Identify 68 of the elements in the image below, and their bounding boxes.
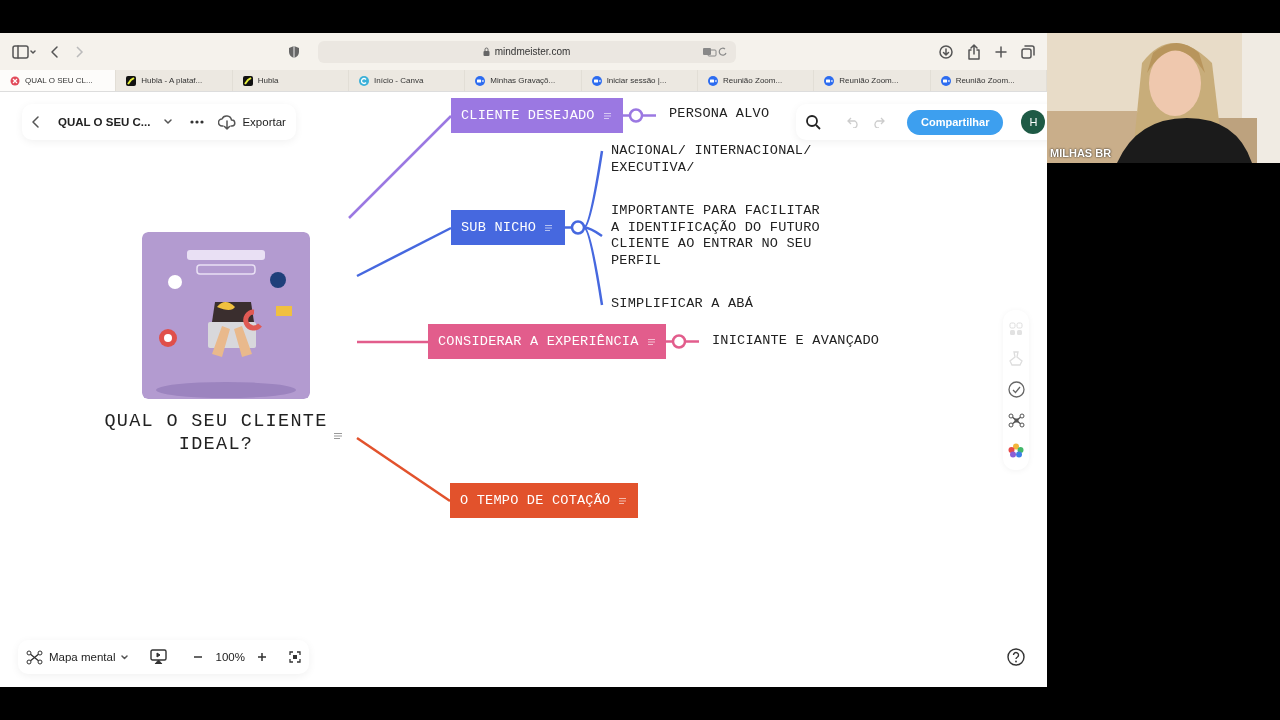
back-icon[interactable] bbox=[50, 44, 60, 59]
presentation-icon[interactable] bbox=[150, 649, 168, 665]
connector-line bbox=[685, 340, 699, 343]
network-icon[interactable] bbox=[1007, 413, 1025, 429]
url-text: mindmeister.com bbox=[494, 46, 571, 57]
fit-screen-icon[interactable] bbox=[288, 651, 301, 663]
connector-line bbox=[357, 340, 428, 344]
map-topic[interactable]: IMPORTANTE PARA FACILITAR A IDENTIFICAÇÃO DO FUTURO CLIENTE AO ENTRAR NO SEU PERFIL bbox=[611, 203, 831, 270]
note-icon bbox=[647, 338, 655, 345]
browser-tab[interactable]: Reunião Zoom... bbox=[814, 70, 931, 91]
central-topic[interactable]: QUAL O SEU CLIENTE IDEAL? bbox=[96, 410, 336, 456]
map-topic[interactable]: SIMPLIFICAR A ABÁ bbox=[611, 296, 831, 313]
map-topic[interactable]: NACIONAL/ INTERNACIONAL/ EXECUTIVA/ bbox=[611, 143, 831, 177]
collapse-toggle[interactable] bbox=[666, 334, 687, 349]
download-icon[interactable] bbox=[939, 44, 953, 59]
zoom-level: 100% bbox=[215, 651, 245, 663]
help-icon[interactable] bbox=[1007, 648, 1025, 666]
user-avatar[interactable]: H bbox=[1021, 110, 1046, 134]
site-icon bbox=[475, 75, 486, 86]
topic-node[interactable]: O TEMPO DE COTAÇÃO bbox=[450, 483, 638, 518]
site-icon bbox=[126, 75, 137, 86]
site-icon bbox=[707, 75, 718, 86]
address-bar[interactable]: mindmeister.com bbox=[317, 40, 736, 63]
browser-tab[interactable]: Minhas Gravaçõ... bbox=[465, 70, 582, 91]
cloud-download-icon bbox=[218, 114, 237, 130]
check-circle-icon[interactable] bbox=[1007, 380, 1025, 398]
note-icon bbox=[603, 112, 611, 119]
browser-tab[interactable]: Início - Canva bbox=[349, 70, 466, 91]
note-icon bbox=[619, 497, 627, 504]
tabs-overview-icon[interactable] bbox=[1021, 44, 1035, 59]
map-title-dropdown[interactable]: QUAL O SEU C... bbox=[58, 116, 173, 128]
more-icon[interactable] bbox=[190, 120, 205, 124]
browser-tab[interactable]: Reunião Zoom... bbox=[697, 70, 815, 91]
note-icon bbox=[545, 224, 553, 231]
palette-icon[interactable] bbox=[1008, 443, 1024, 459]
mind-map-icon bbox=[26, 649, 43, 665]
browser-tab[interactable]: Iniciar sessão |... bbox=[581, 70, 698, 91]
browser-tab[interactable]: Reunião Zoom... bbox=[930, 70, 1047, 91]
new-tab-icon[interactable] bbox=[995, 45, 1007, 58]
shield-icon bbox=[287, 44, 300, 59]
site-icon bbox=[10, 75, 20, 86]
site-icon bbox=[940, 75, 951, 86]
zoom-in-icon[interactable] bbox=[256, 652, 267, 662]
browser-tab[interactable]: QUAL O SEU CL... bbox=[0, 70, 117, 91]
translate-icon[interactable] bbox=[701, 46, 728, 57]
map-topic[interactable]: PERSONA ALVO bbox=[669, 106, 770, 123]
topic-node[interactable]: SUB NICHO bbox=[451, 210, 565, 245]
browser-tab[interactable]: Hubla bbox=[232, 70, 349, 91]
map-topic[interactable]: INICIANTE E AVANÇADO bbox=[712, 333, 880, 350]
share-icon[interactable] bbox=[967, 43, 981, 60]
collapse-toggle[interactable] bbox=[623, 108, 644, 123]
view-mode-dropdown[interactable]: Mapa mental bbox=[26, 649, 129, 665]
site-icon bbox=[359, 75, 369, 86]
browser-tab[interactable]: Hubla - A plataf... bbox=[116, 70, 233, 91]
site-icon bbox=[242, 75, 253, 86]
back-icon[interactable] bbox=[32, 116, 40, 128]
caret-icon bbox=[121, 654, 129, 660]
site-icon bbox=[824, 75, 835, 86]
caret-icon bbox=[164, 119, 173, 125]
sidebar-icon[interactable] bbox=[12, 44, 36, 59]
export-button[interactable]: Exportar bbox=[218, 114, 286, 130]
collapse-toggle[interactable] bbox=[565, 220, 586, 235]
note-icon bbox=[334, 433, 342, 439]
site-icon bbox=[591, 75, 602, 86]
search-icon[interactable] bbox=[806, 114, 821, 130]
lock-icon bbox=[482, 47, 490, 56]
connector-line bbox=[642, 114, 656, 117]
participant-name: MILHAS BR bbox=[1050, 147, 1112, 159]
